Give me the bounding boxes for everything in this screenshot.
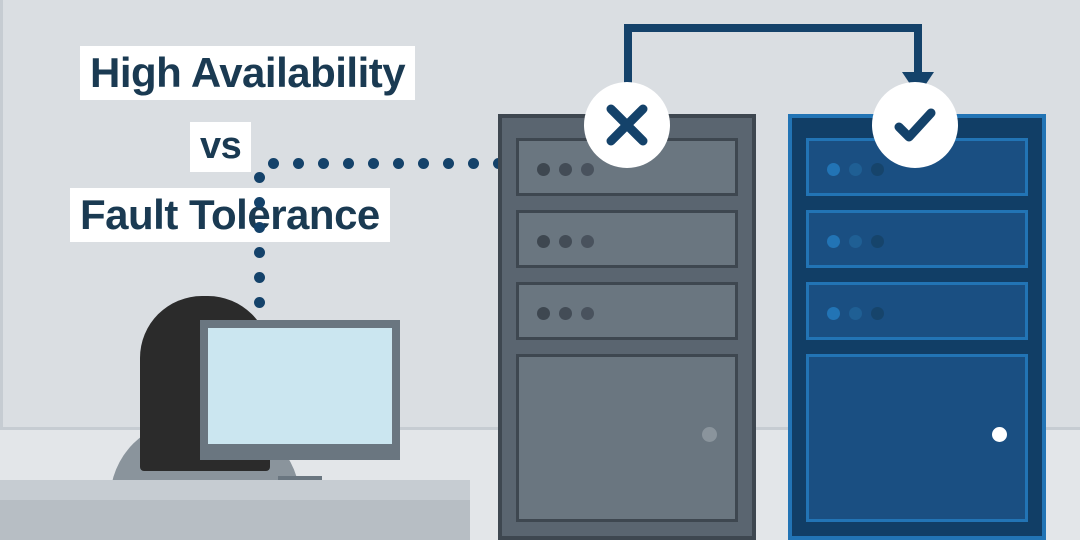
server-unit [516,282,738,340]
desk-front [0,500,470,540]
connection-dots-horizontal [268,158,504,169]
diagram-scene: High Availability vs Fault Tolerance [0,0,1080,540]
connection-dots-vertical [254,172,265,333]
title-line-2: Fault Tolerance [70,188,390,242]
server-bay [806,354,1028,522]
server-unit [806,282,1028,340]
server-unit [516,210,738,268]
server-active [788,114,1046,540]
check-icon [891,101,939,149]
status-badge-active [872,82,958,168]
desk-top [0,480,470,500]
x-icon [603,101,651,149]
monitor-icon [200,320,400,460]
title-line-1: High Availability [80,46,415,100]
server-failed [498,114,756,540]
server-unit [806,210,1028,268]
status-badge-failed [584,82,670,168]
server-bay [516,354,738,522]
title-vs: vs [190,122,251,172]
wall-edge [0,0,3,430]
